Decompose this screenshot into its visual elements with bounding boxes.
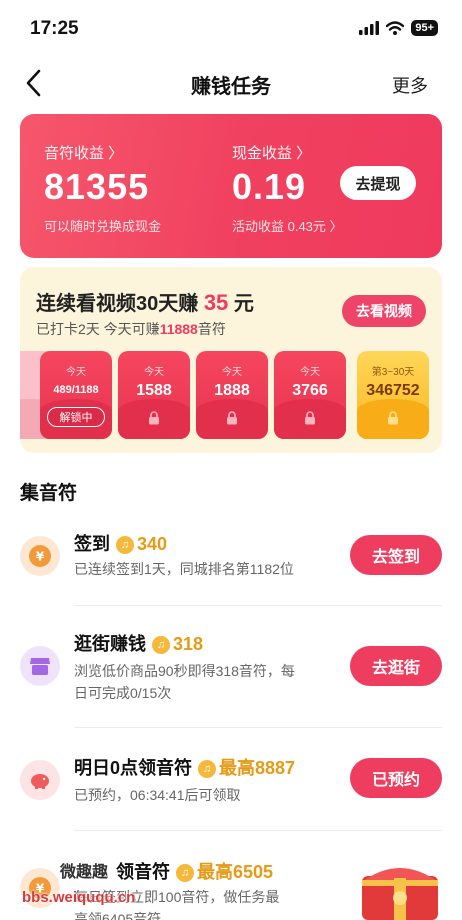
video-sub-prefix: 已打卡2天 今天可赚 (36, 321, 160, 337)
envelope-day: 今天 (66, 367, 86, 378)
cash-earnings-value: 0.19 (232, 166, 307, 207)
svg-text:¥: ¥ (36, 550, 45, 564)
checkin-button[interactable]: 去签到 (350, 535, 442, 575)
task-shopping: 逛街赚钱 ♫ 318 浏览低价商品90秒即得318音符，每 日可完成0/15次 去逛… (20, 622, 442, 722)
video-streak-subtitle: 已打卡2天 今天可赚11888音符 (36, 319, 226, 339)
task-description: 已预约，06:34:41后可领取 (74, 787, 241, 803)
earnings-card: 音符收益 〉 81355 可以随时兑换成现金 现金收益 〉 0.19 活动收益 … (20, 114, 442, 258)
section-title: 集音符 (20, 483, 78, 504)
task-title: 逛街赚钱 ♫ 318 (74, 630, 203, 656)
envelope-day: 第3~30天 (371, 367, 415, 378)
envelope-amount: 346752 (366, 382, 420, 399)
shop-icon (20, 646, 60, 686)
cash-earnings-label[interactable]: 现金收益 〉 (232, 142, 311, 163)
watermark-logo-text: 微趣趣 (60, 864, 109, 881)
envelope-amount: 489/1188 (53, 384, 99, 396)
red-envelope[interactable]: 今天 1588 (118, 351, 190, 439)
notes-earnings-hint: 可以随时兑换成现金 (44, 219, 162, 234)
red-envelope[interactable]: 今天 3766 (274, 351, 346, 439)
reserved-button[interactable]: 已预约 (350, 758, 442, 798)
signal-icon (359, 21, 380, 35)
task-description: 已连续签到1天，同城排名第1182位 (74, 561, 294, 577)
envelope-amount: 3766 (292, 382, 328, 399)
task-title: 明日0点领音符 ♫ 最高8887 (74, 754, 295, 780)
piggy-bank-icon (20, 760, 60, 800)
treasure-chest-icon[interactable] (358, 854, 442, 920)
music-note-icon: ♫ (116, 536, 134, 554)
gold-envelope[interactable]: 第3~30天 346752 (357, 351, 429, 439)
task-points: 318 (173, 634, 204, 654)
envelope-day: 今天 (222, 367, 242, 378)
withdraw-button[interactable]: 去提现 (340, 166, 416, 200)
task-title: 签到 ♫ 340 (74, 530, 167, 556)
envelope-amount: 1588 (136, 382, 172, 399)
watch-video-button[interactable]: 去看视频 (342, 295, 426, 327)
video-sub-suffix: 音符 (197, 321, 226, 337)
task-name: 领音符 (116, 862, 170, 882)
notes-earnings-label[interactable]: 音符收益 〉 (44, 142, 123, 163)
task-points: 最高6505 (197, 862, 274, 882)
yen-coin-icon: ¥ (20, 536, 60, 576)
video-title-amount: 35 (203, 290, 229, 315)
status-icons: 95+ (359, 20, 438, 36)
envelope-amount: 1888 (214, 382, 250, 399)
divider (74, 830, 442, 831)
envelope-day: 今天 (300, 367, 320, 378)
watermark-url: bbs.weiququ.cn (22, 889, 136, 906)
task-checkin: ¥ 签到 ♫ 340 已连续签到1天，同城排名第1182位 去签到 (20, 520, 442, 600)
lock-icon (227, 411, 237, 425)
red-envelope[interactable]: 今天 1888 (196, 351, 268, 439)
task-description: 浏览低价商品90秒即得318音符，每 日可完成0/15次 (74, 660, 295, 704)
task-name: 逛街赚钱 (74, 634, 146, 654)
status-time: 17:25 (30, 18, 79, 39)
status-bar: 17:25 95+ (0, 0, 462, 58)
task-name: 明日0点领音符 (74, 758, 193, 778)
lock-icon (305, 411, 315, 425)
go-shopping-button[interactable]: 去逛街 (350, 646, 442, 686)
battery-indicator: 95+ (411, 20, 438, 36)
video-title-prefix: 连续看视频30天赚 (36, 293, 204, 315)
video-streak-card: 连续看视频30天赚 35 元 已打卡2天 今天可赚11888音符 去看视频 今天… (20, 267, 442, 453)
lock-icon (388, 411, 398, 425)
task-tomorrow-reward: 明日0点领音符 ♫ 最高8887 已预约，06:34:41后可领取 已预约 (20, 744, 442, 824)
task-description-line: 浏览低价商品90秒即得318音符，每 (74, 663, 295, 679)
more-button[interactable]: 更多 (392, 72, 428, 98)
video-title-suffix: 元 (228, 293, 254, 315)
red-envelope[interactable]: 今天 489/1188 解锁中 (40, 351, 112, 439)
task-description-line: 高领6405音符 (74, 911, 162, 920)
music-note-icon: ♫ (198, 760, 217, 778)
task-description-line: 日可完成0/15次 (74, 685, 172, 701)
video-streak-title: 连续看视频30天赚 35 元 (36, 287, 254, 316)
envelope-day: 今天 (144, 367, 164, 378)
task-points: 340 (137, 534, 168, 554)
wifi-icon (386, 21, 405, 35)
nav-bar: 赚钱任务 更多 (0, 58, 462, 108)
music-note-icon: ♫ (152, 636, 170, 654)
envelope-status: 解锁中 (47, 407, 105, 427)
divider (74, 727, 442, 728)
activity-earnings-link[interactable]: 活动收益 0.43元 〉 (232, 216, 343, 235)
task-title: 领音符 ♫ 最高6505 (116, 858, 273, 884)
task-name: 签到 (74, 534, 110, 554)
music-note-icon: ♫ (176, 864, 194, 882)
notes-earnings-value: 81355 (44, 166, 150, 207)
task-points: 最高8887 (219, 758, 296, 778)
divider (74, 605, 442, 606)
lock-icon (149, 411, 159, 425)
video-sub-amount: 11888 (159, 321, 198, 337)
